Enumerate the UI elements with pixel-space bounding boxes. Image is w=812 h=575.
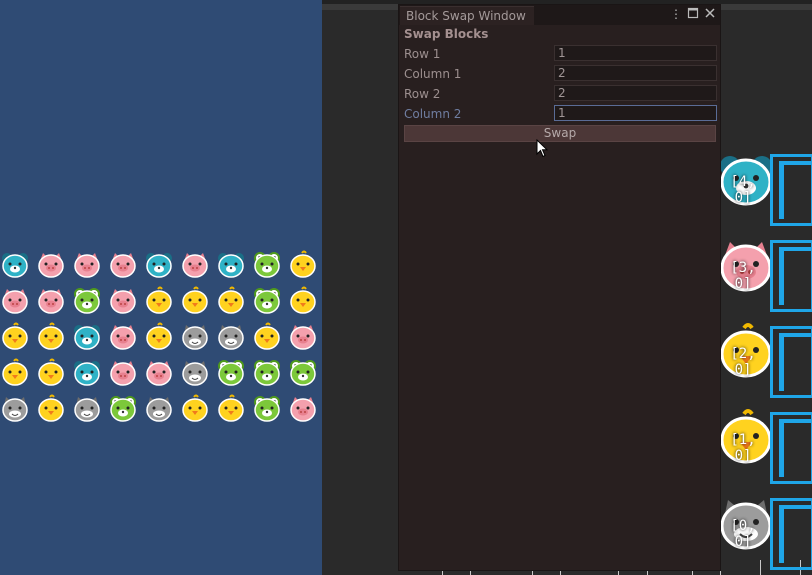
frog-block bbox=[216, 358, 246, 388]
frog-block bbox=[252, 394, 282, 424]
chick-block bbox=[0, 358, 30, 388]
close-icon[interactable] bbox=[703, 7, 717, 21]
chick-block bbox=[180, 286, 210, 316]
chick-block bbox=[288, 286, 318, 316]
game-view bbox=[0, 0, 322, 575]
pig-block bbox=[108, 322, 138, 352]
column2-label: Column 2 bbox=[404, 107, 462, 121]
pig-block bbox=[0, 286, 30, 316]
cell-coordinate-label: [1, 0] bbox=[730, 432, 756, 464]
chick-block bbox=[36, 358, 66, 388]
cat-block bbox=[216, 322, 246, 352]
pig-block bbox=[144, 358, 174, 388]
column2-field[interactable]: 1 bbox=[554, 105, 717, 121]
chick-block bbox=[36, 394, 66, 424]
pig-block bbox=[288, 394, 318, 424]
bear-block bbox=[144, 250, 174, 280]
pig-block bbox=[180, 250, 210, 280]
column1-label: Column 1 bbox=[404, 67, 462, 81]
frog-block bbox=[288, 358, 318, 388]
pig-block bbox=[72, 250, 102, 280]
pig-block bbox=[36, 250, 66, 280]
chick-block bbox=[180, 394, 210, 424]
chick-block bbox=[216, 286, 246, 316]
frog-block bbox=[252, 358, 282, 388]
selection-frame bbox=[770, 412, 812, 484]
row1-label: Row 1 bbox=[404, 47, 441, 61]
frog-block bbox=[252, 250, 282, 280]
cat-block bbox=[180, 322, 210, 352]
swap-button[interactable]: Swap bbox=[404, 125, 716, 142]
mouse-cursor-icon bbox=[536, 138, 549, 163]
selection-frame bbox=[770, 498, 812, 570]
pig-block bbox=[108, 250, 138, 280]
cell-coordinate-label: [2, 0] bbox=[730, 346, 756, 378]
cell-coordinate-label: [4, 0] bbox=[730, 174, 756, 206]
kebab-menu-icon[interactable]: ⋮ bbox=[669, 7, 683, 21]
chick-block bbox=[288, 250, 318, 280]
frog-block bbox=[252, 286, 282, 316]
chick-block bbox=[252, 322, 282, 352]
pig-block bbox=[108, 286, 138, 316]
scene-gridline bbox=[760, 560, 761, 575]
cat-block bbox=[144, 394, 174, 424]
column1-field[interactable]: 2 bbox=[554, 65, 717, 81]
pig-block bbox=[108, 358, 138, 388]
chick-block bbox=[144, 322, 174, 352]
window-tab[interactable]: Block Swap Window bbox=[400, 6, 534, 25]
chick-block bbox=[0, 322, 30, 352]
window-tab-title: Block Swap Window bbox=[406, 9, 526, 23]
bear-block bbox=[0, 250, 30, 280]
selection-frame bbox=[770, 326, 812, 398]
row1-field[interactable]: 1 bbox=[554, 45, 717, 61]
cell-coordinate-label: [0, 0] bbox=[730, 518, 756, 550]
cat-block bbox=[0, 394, 30, 424]
chick-block bbox=[36, 322, 66, 352]
cat-block bbox=[180, 358, 210, 388]
bear-block bbox=[216, 250, 246, 280]
chick-block bbox=[144, 286, 174, 316]
frog-block bbox=[108, 394, 138, 424]
row2-field[interactable]: 2 bbox=[554, 85, 717, 101]
cell-coordinate-label: [3, 0] bbox=[730, 260, 756, 292]
pig-block bbox=[36, 286, 66, 316]
window-titlebar: Block Swap Window ⋮ bbox=[399, 5, 720, 25]
pig-block bbox=[288, 322, 318, 352]
chick-block bbox=[216, 394, 246, 424]
bear-block bbox=[72, 322, 102, 352]
selection-frame bbox=[770, 154, 812, 226]
block-swap-window: Block Swap Window ⋮ Swap Blocks Row 1 1 … bbox=[398, 4, 721, 571]
frog-block bbox=[72, 286, 102, 316]
bear-block bbox=[72, 358, 102, 388]
row2-label: Row 2 bbox=[404, 87, 441, 101]
maximize-icon[interactable] bbox=[686, 7, 700, 21]
selection-frame bbox=[770, 240, 812, 312]
section-title: Swap Blocks bbox=[404, 27, 489, 41]
cat-block bbox=[72, 394, 102, 424]
